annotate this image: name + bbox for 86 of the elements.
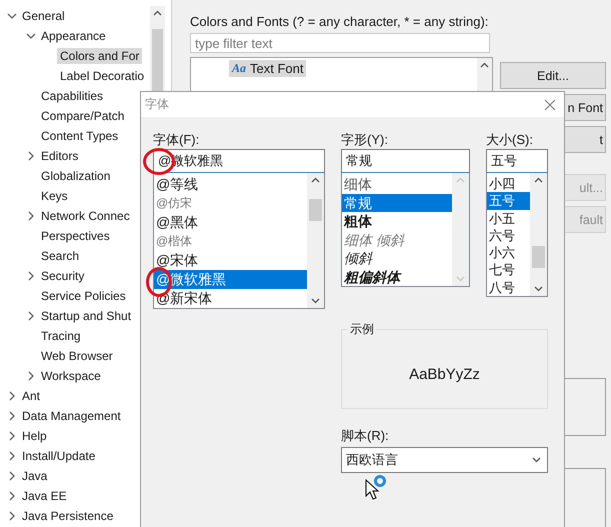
tree-item[interactable]: Appearance <box>38 28 109 44</box>
scrollbar[interactable] <box>530 173 547 296</box>
tree-item[interactable]: Keys <box>38 188 71 204</box>
group-legend: 示例 <box>348 321 376 338</box>
tree-item[interactable]: Install/Update <box>19 448 98 464</box>
chevron-right-icon[interactable] <box>26 371 36 381</box>
tree-item[interactable]: Network Connec <box>38 208 133 224</box>
list-option[interactable]: 小六 <box>487 244 530 262</box>
chevron-down-icon[interactable] <box>532 457 541 463</box>
list-option[interactable]: 常规 <box>342 194 452 212</box>
list-option[interactable]: @黑体 <box>154 213 307 232</box>
list-option[interactable]: 八号 <box>487 278 530 296</box>
tree-item[interactable]: Java Persistence <box>19 508 116 524</box>
chevron-down-icon[interactable] <box>7 11 17 21</box>
close-icon[interactable] <box>544 98 556 110</box>
list-option[interactable]: @仿宋 <box>154 194 307 213</box>
tree-item[interactable]: Data Management <box>19 408 124 424</box>
chevron-down-icon[interactable] <box>311 298 320 304</box>
chevron-right-icon[interactable] <box>7 451 17 461</box>
dialog-title: 字体 <box>145 96 169 113</box>
list-option[interactable]: 小五 <box>487 210 530 227</box>
chevron-right-icon[interactable] <box>26 271 36 281</box>
chevron-right-icon[interactable] <box>26 211 36 221</box>
action-button[interactable]: Edit... <box>500 62 606 89</box>
filter-field[interactable]: type filter text <box>190 33 490 53</box>
chevron-down-icon[interactable] <box>534 286 543 292</box>
chevron-up-icon[interactable] <box>311 177 320 183</box>
tree-item[interactable]: Colors and For <box>57 48 142 64</box>
list-option[interactable]: @等线 <box>154 175 307 194</box>
tree-item[interactable]: Perspectives <box>38 228 113 244</box>
sample-text: AaBbYyZz <box>409 366 480 382</box>
chevron-up-icon[interactable] <box>153 10 162 16</box>
scrollbar[interactable] <box>307 173 324 308</box>
list-option[interactable]: @宋体 <box>154 251 307 270</box>
chevron-right-icon[interactable] <box>7 471 17 481</box>
chevron-right-icon[interactable] <box>7 411 17 421</box>
chevron-up-icon[interactable] <box>534 177 543 183</box>
list-item[interactable]: Aa Text Font <box>229 60 306 77</box>
chevron-right-icon[interactable] <box>26 151 36 161</box>
field-label: 大小(S): <box>486 131 534 149</box>
tree-item[interactable]: Tracing <box>38 328 84 344</box>
list-option[interactable]: 六号 <box>487 226 530 244</box>
field-label: 字形(Y): <box>341 131 389 149</box>
tree-item[interactable]: Web Browser <box>38 348 116 364</box>
list-option[interactable]: 细体 <box>342 175 452 194</box>
chevron-right-icon[interactable] <box>7 431 17 441</box>
list-option[interactable]: 粗偏斜体 <box>342 268 452 286</box>
list-option[interactable]: 小四 <box>487 175 530 192</box>
tree-item[interactable]: Globalization <box>38 168 114 184</box>
field-label: 脚本(R): <box>341 427 390 445</box>
tree-item[interactable]: General <box>19 8 68 24</box>
scrollbar-thumb[interactable] <box>532 246 545 268</box>
tree-item[interactable]: Capabilities <box>38 88 106 104</box>
field-label: 字体(F): <box>153 131 200 149</box>
list-option[interactable]: 倾斜 <box>342 249 452 268</box>
busy-cursor-icon <box>365 474 389 502</box>
script-dropdown[interactable]: 西欧语言 <box>341 447 548 473</box>
tree-item[interactable]: Search <box>38 248 82 264</box>
section-heading: Colors and Fonts (? = any character, * = any string): <box>190 14 490 29</box>
chevron-right-icon[interactable] <box>7 491 17 501</box>
tree-item[interactable]: Workspace <box>38 368 104 384</box>
list-option[interactable]: 五号 <box>487 192 530 210</box>
scrollbar-thumb[interactable] <box>309 199 322 221</box>
tree-item[interactable]: Ant <box>19 388 44 404</box>
list-option[interactable]: 七号 <box>487 261 530 279</box>
tree-item[interactable]: Compare/Patch <box>38 108 128 124</box>
style-input[interactable]: 常规 <box>341 149 470 173</box>
chevron-right-icon[interactable] <box>26 311 36 321</box>
tree-item[interactable]: Editors <box>38 148 82 164</box>
font-icon: Aa <box>232 61 246 76</box>
chevron-up-icon[interactable] <box>480 62 489 68</box>
tree-item[interactable]: Label Decoratio <box>57 68 148 84</box>
tree-item[interactable]: Java <box>19 468 50 484</box>
tree-item[interactable]: Security <box>38 268 88 284</box>
list-option[interactable]: 粗体 <box>342 212 452 230</box>
tree-item[interactable]: Help <box>19 428 50 444</box>
tree-item[interactable]: Java EE <box>19 488 70 504</box>
tree-item[interactable]: Startup and Shut <box>38 308 134 324</box>
size-input[interactable]: 五号 <box>486 149 548 173</box>
list-option[interactable]: @楷体 <box>154 232 307 251</box>
list-option[interactable]: 细体 倾斜 <box>342 230 452 249</box>
chevron-down-icon[interactable] <box>26 31 36 41</box>
chevron-right-icon[interactable] <box>7 391 17 401</box>
chevron-right-icon[interactable] <box>7 511 17 521</box>
tree-item[interactable]: Content Types <box>38 128 122 144</box>
tree-item[interactable]: Service Policies <box>38 288 129 304</box>
